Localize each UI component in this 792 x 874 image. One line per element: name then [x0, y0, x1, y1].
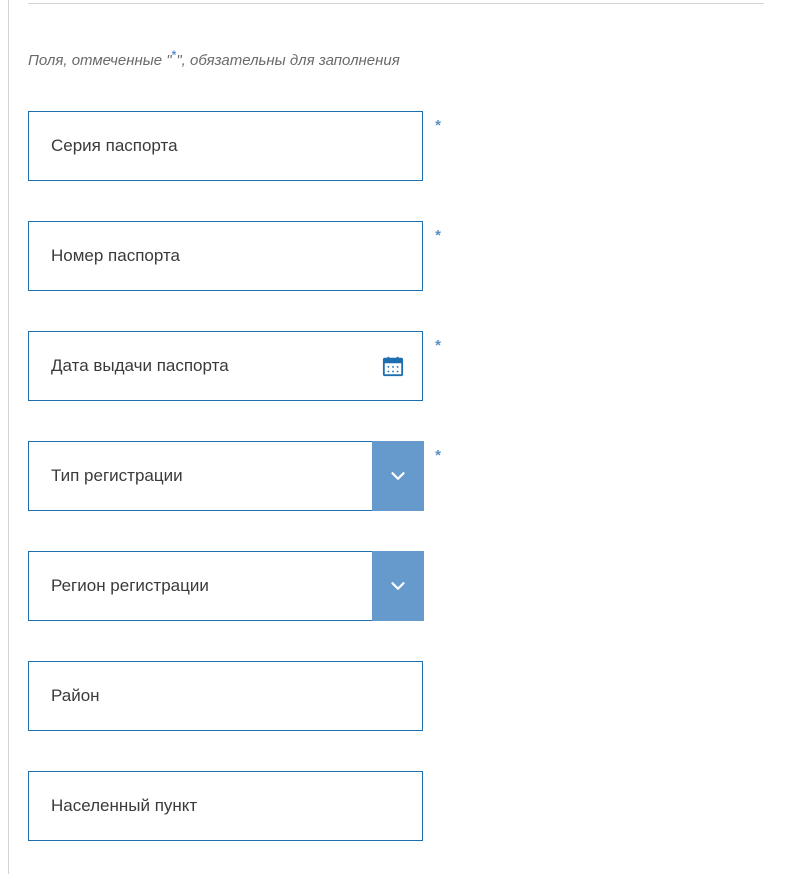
required-marker: *	[435, 337, 441, 354]
required-marker: *	[435, 447, 441, 464]
chevron-down-icon	[387, 575, 409, 597]
registration-region-label: Регион регистрации	[51, 576, 372, 596]
field-passport-series: *	[28, 111, 423, 181]
registration-type-label: Тип регистрации	[51, 466, 372, 486]
input-box[interactable]	[28, 661, 423, 731]
field-registration-type: Тип регистрации *	[28, 441, 423, 511]
district-input[interactable]	[51, 686, 400, 706]
passport-series-input[interactable]	[51, 136, 400, 156]
input-box[interactable]	[28, 111, 423, 181]
dropdown-toggle-button[interactable]	[372, 441, 424, 511]
select-box[interactable]: Тип регистрации	[28, 441, 423, 511]
form-content: Поля, отмеченные " * ", обязательны для за…	[0, 0, 792, 841]
hint-text-prefix: Поля, отмеченные "	[28, 52, 172, 69]
left-border-line	[8, 0, 9, 874]
input-box[interactable]	[28, 331, 423, 401]
field-locality	[28, 771, 423, 841]
field-district	[28, 661, 423, 731]
passport-number-input[interactable]	[51, 246, 400, 266]
field-registration-region: Регион регистрации	[28, 551, 423, 621]
hint-text-suffix: ", обязательны для заполнения	[176, 52, 399, 69]
field-passport-number: *	[28, 221, 423, 291]
required-marker: *	[435, 227, 441, 244]
required-marker: *	[435, 117, 441, 134]
select-box[interactable]: Регион регистрации	[28, 551, 423, 621]
input-box[interactable]	[28, 771, 423, 841]
required-fields-hint: Поля, отмеченные "*", обязательны для за…	[28, 48, 764, 69]
input-box[interactable]	[28, 221, 423, 291]
dropdown-toggle-button[interactable]	[372, 551, 424, 621]
top-divider-line	[28, 3, 764, 4]
passport-date-input[interactable]	[51, 356, 400, 376]
field-passport-date: *	[28, 331, 423, 401]
chevron-down-icon	[387, 465, 409, 487]
calendar-icon[interactable]	[382, 355, 404, 377]
locality-input[interactable]	[51, 796, 400, 816]
